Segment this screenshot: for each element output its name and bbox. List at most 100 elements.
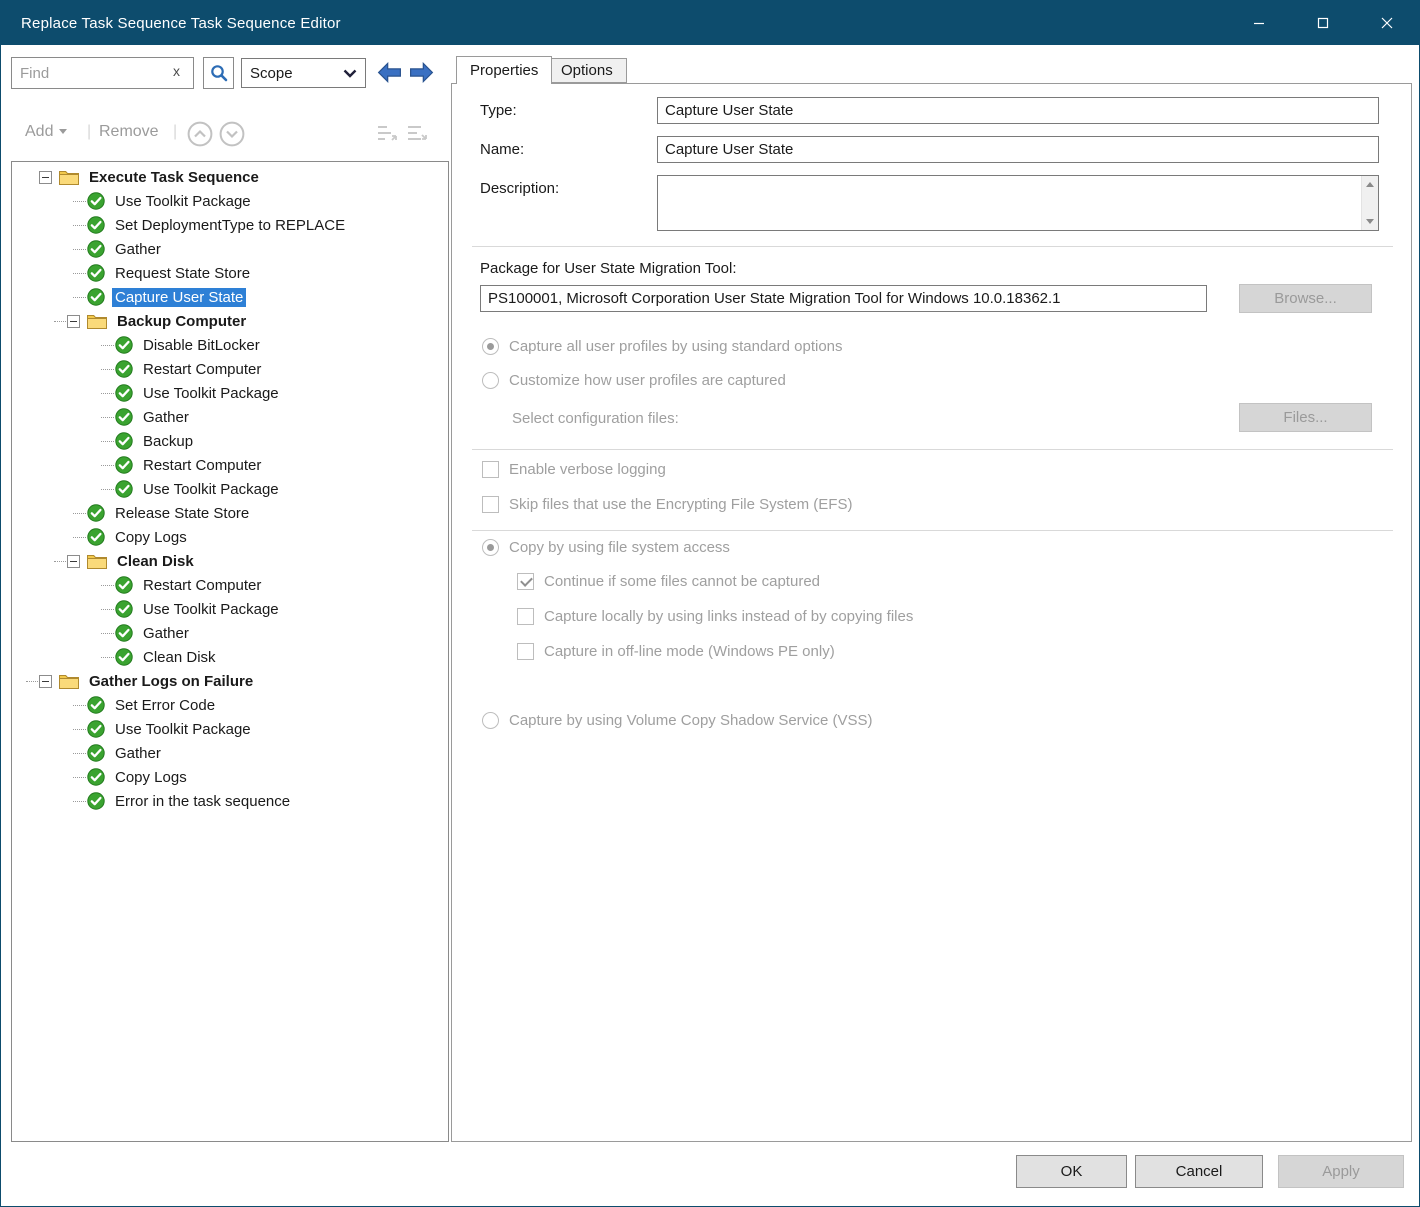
tree-item-label: Gather — [140, 408, 192, 427]
efs-label: Skip files that use the Encrypting File … — [509, 496, 852, 513]
success-check-icon — [115, 360, 133, 378]
tree-item[interactable]: Error in the task sequence — [12, 789, 448, 813]
links-option[interactable]: Capture locally by using links instead o… — [517, 608, 913, 625]
find-clear-button[interactable]: x — [173, 63, 180, 79]
titlebar[interactable]: Replace Task Sequence Task Sequence Edit… — [1, 1, 1419, 45]
success-check-icon — [87, 792, 105, 810]
type-field[interactable] — [657, 97, 1379, 124]
move-up-button[interactable] — [187, 121, 213, 152]
tree-item[interactable]: Restart Computer — [12, 573, 448, 597]
tree-item[interactable]: Use Toolkit Package — [12, 717, 448, 741]
name-label: Name: — [480, 141, 524, 158]
fs-access-option[interactable]: Copy by using file system access — [482, 539, 730, 556]
collapse-tree-button[interactable] — [405, 123, 429, 150]
scroll-up-icon[interactable] — [1366, 182, 1374, 187]
tree-item[interactable]: Clean Disk — [12, 549, 448, 573]
browse-button[interactable]: Browse... — [1239, 284, 1372, 313]
verbose-option[interactable]: Enable verbose logging — [482, 461, 666, 478]
tree-item[interactable]: Copy Logs — [12, 525, 448, 549]
task-sequence-tree: Execute Task SequenceUse Toolkit Package… — [11, 161, 449, 1142]
tree-item[interactable]: Request State Store — [12, 261, 448, 285]
name-field[interactable] — [657, 136, 1379, 163]
forward-button[interactable] — [407, 58, 436, 87]
tree-item-label: Set Error Code — [112, 696, 218, 715]
files-button[interactable]: Files... — [1239, 403, 1372, 432]
tree-item[interactable]: Use Toolkit Package — [12, 381, 448, 405]
success-check-icon — [115, 336, 133, 354]
tree-item[interactable]: Use Toolkit Package — [12, 189, 448, 213]
tree-item[interactable]: Capture User State — [12, 285, 448, 309]
continue-label: Continue if some files cannot be capture… — [544, 573, 820, 590]
tree-item[interactable]: Clean Disk — [12, 645, 448, 669]
verbose-checkbox[interactable] — [482, 461, 499, 478]
scroll-down-icon[interactable] — [1366, 219, 1374, 224]
tree-item[interactable]: Gather — [12, 405, 448, 429]
tree-item-label: Capture User State — [112, 288, 246, 307]
remove-button[interactable]: Remove — [99, 123, 159, 141]
capture-standard-option[interactable]: Capture all user profiles by using stand… — [482, 338, 843, 355]
package-field[interactable] — [480, 285, 1207, 312]
tree-item-label: Gather — [112, 240, 164, 259]
tree-item[interactable]: Backup Computer — [12, 309, 448, 333]
tree-item-label: Disable BitLocker — [140, 336, 263, 355]
tree-item[interactable]: Set Error Code — [12, 693, 448, 717]
expand-tree-button[interactable] — [375, 123, 399, 150]
offline-option[interactable]: Capture in off-line mode (Windows PE onl… — [517, 643, 835, 660]
fs-access-radio[interactable] — [482, 539, 499, 556]
tree-item[interactable]: Restart Computer — [12, 357, 448, 381]
collapse-expander-icon[interactable] — [39, 171, 52, 184]
tree-item-label: Use Toolkit Package — [140, 384, 282, 403]
efs-option[interactable]: Skip files that use the Encrypting File … — [482, 496, 852, 513]
vss-radio[interactable] — [482, 712, 499, 729]
minimize-button[interactable] — [1227, 1, 1291, 45]
tree-item[interactable]: Gather — [12, 621, 448, 645]
vss-option[interactable]: Capture by using Volume Copy Shadow Serv… — [482, 712, 873, 729]
cancel-button[interactable]: Cancel — [1135, 1155, 1263, 1188]
tree-item[interactable]: Gather — [12, 741, 448, 765]
customize-option[interactable]: Customize how user profiles are captured — [482, 372, 786, 389]
separator — [472, 449, 1393, 450]
tree-item[interactable]: Set DeploymentType to REPLACE — [12, 213, 448, 237]
tree-item[interactable]: Copy Logs — [12, 765, 448, 789]
apply-button[interactable]: Apply — [1278, 1155, 1404, 1188]
capture-standard-radio[interactable] — [482, 338, 499, 355]
close-button[interactable] — [1355, 1, 1419, 45]
tree-item[interactable]: Disable BitLocker — [12, 333, 448, 357]
description-scrollbar[interactable] — [1361, 176, 1378, 230]
customize-label: Customize how user profiles are captured — [509, 372, 786, 389]
forward-arrow-icon — [407, 58, 436, 87]
offline-checkbox[interactable] — [517, 643, 534, 660]
scope-dropdown[interactable]: Scope — [241, 58, 366, 88]
tree-item[interactable]: Use Toolkit Package — [12, 597, 448, 621]
folder-icon — [87, 553, 107, 569]
tree-item-label: Use Toolkit Package — [140, 600, 282, 619]
continue-checkbox[interactable] — [517, 573, 534, 590]
description-field[interactable] — [657, 175, 1379, 231]
efs-checkbox[interactable] — [482, 496, 499, 513]
search-button[interactable] — [203, 57, 234, 89]
collapse-expander-icon[interactable] — [67, 315, 80, 328]
tree-item[interactable]: Execute Task Sequence — [12, 165, 448, 189]
success-check-icon — [115, 456, 133, 474]
tree-item-label: Gather — [112, 744, 164, 763]
links-checkbox[interactable] — [517, 608, 534, 625]
ok-button[interactable]: OK — [1016, 1155, 1127, 1188]
move-down-button[interactable] — [219, 121, 245, 152]
maximize-button[interactable] — [1291, 1, 1355, 45]
continue-option[interactable]: Continue if some files cannot be capture… — [517, 573, 820, 590]
tree-item[interactable]: Release State Store — [12, 501, 448, 525]
customize-radio[interactable] — [482, 372, 499, 389]
find-input[interactable] — [11, 57, 194, 89]
add-button[interactable]: Add — [25, 123, 67, 141]
tree-item[interactable]: Use Toolkit Package — [12, 477, 448, 501]
tree-toolbar: Add | Remove | — [11, 114, 449, 156]
tree-item[interactable]: Backup — [12, 429, 448, 453]
tree-item[interactable]: Gather — [12, 237, 448, 261]
tree-item[interactable]: Gather Logs on Failure — [12, 669, 448, 693]
tab-options[interactable]: Options — [547, 58, 627, 83]
back-button[interactable] — [375, 58, 404, 87]
tab-properties[interactable]: Properties — [456, 56, 552, 84]
collapse-expander-icon[interactable] — [67, 555, 80, 568]
tree-item[interactable]: Restart Computer — [12, 453, 448, 477]
collapse-expander-icon[interactable] — [39, 675, 52, 688]
